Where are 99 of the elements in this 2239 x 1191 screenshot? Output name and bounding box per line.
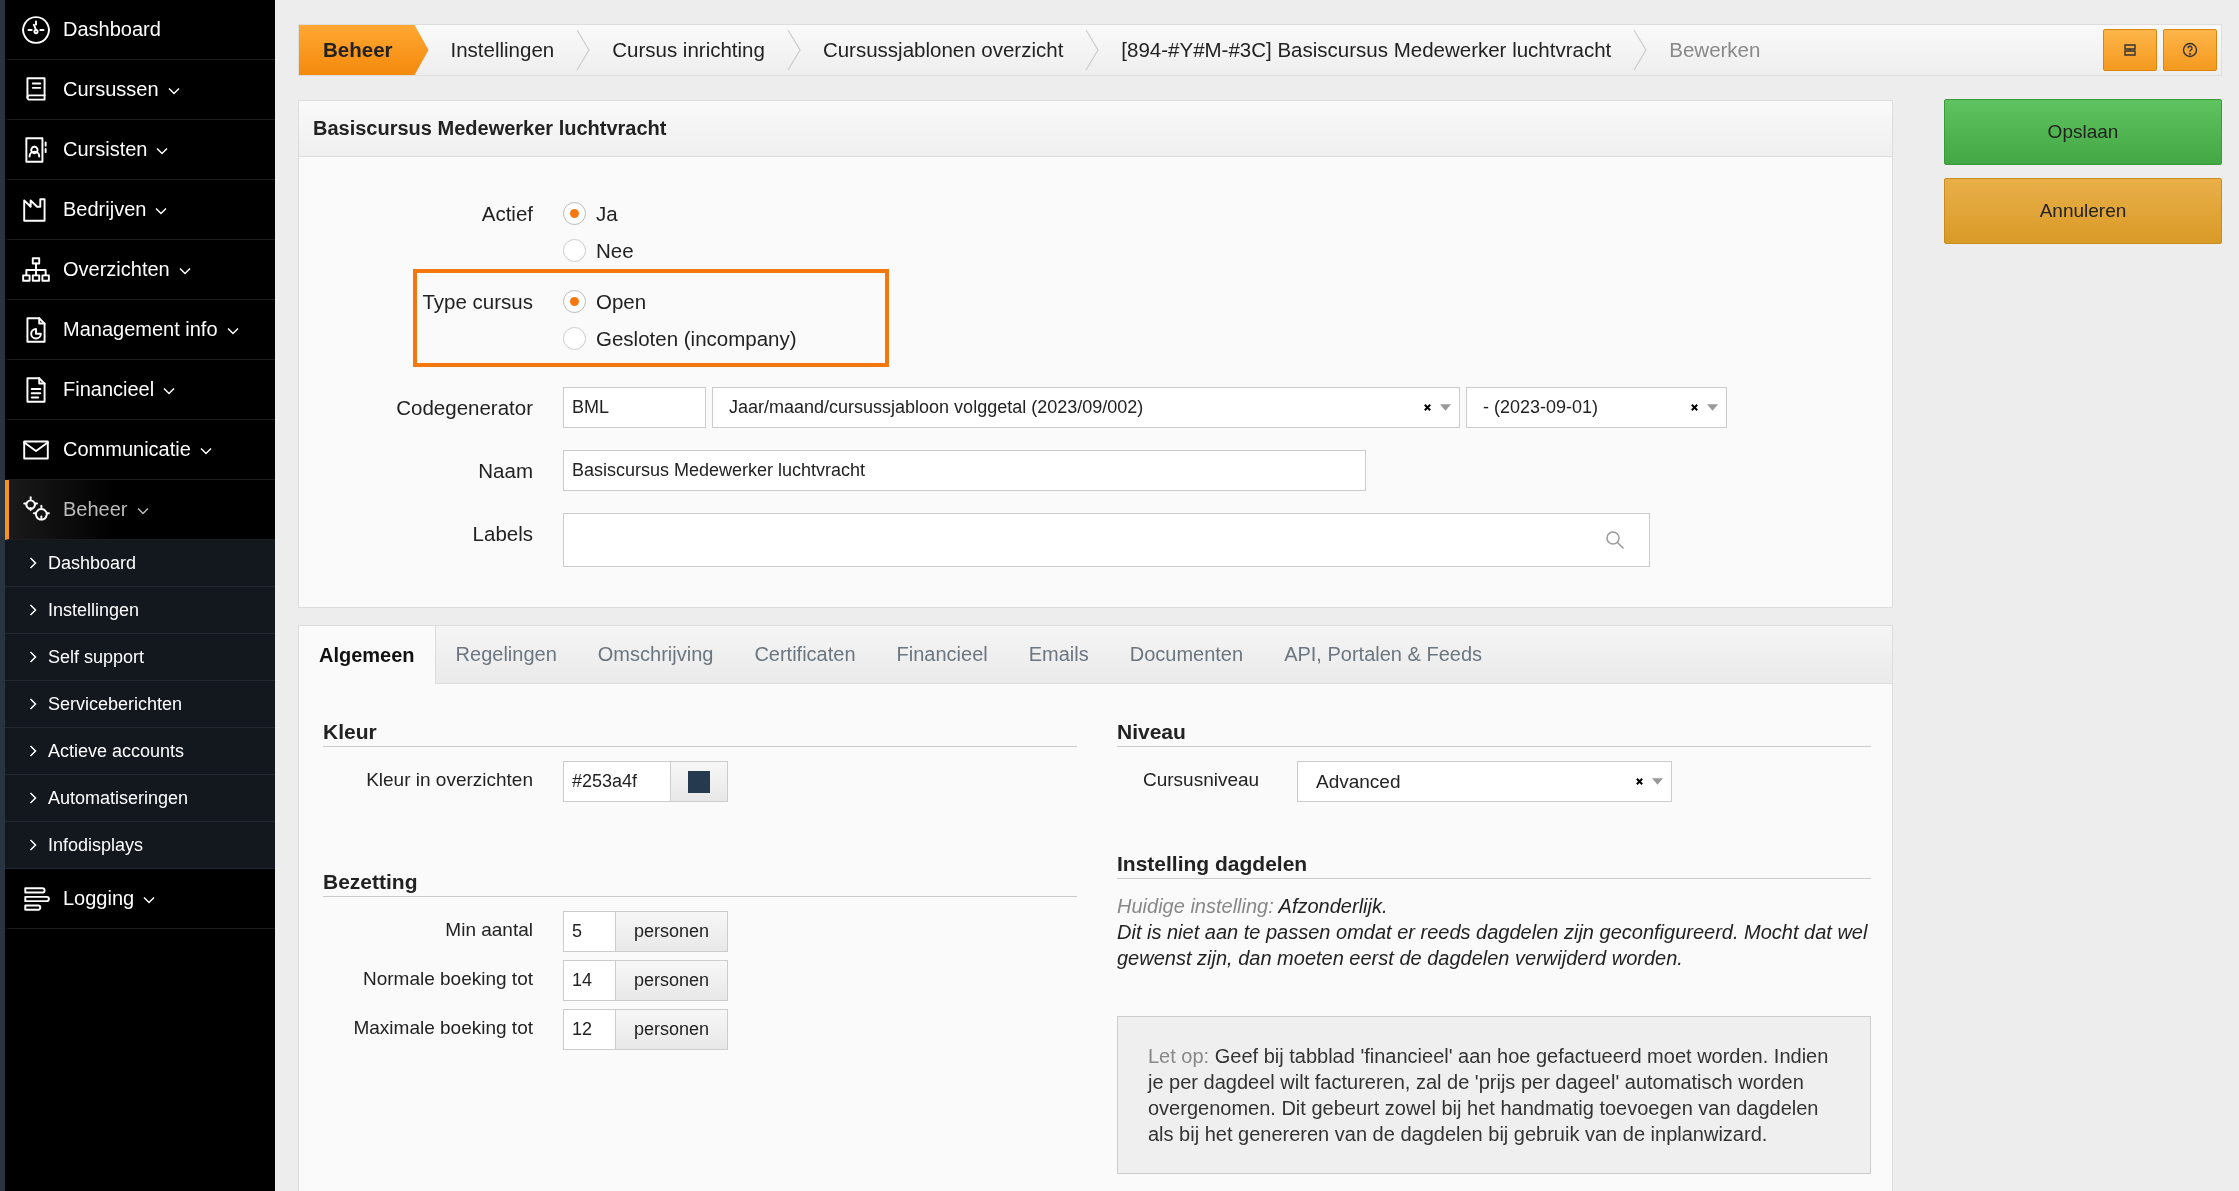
chevron-right-icon	[29, 604, 37, 616]
number-field[interactable]: 12	[563, 1009, 616, 1050]
chevron-down-icon	[143, 896, 156, 904]
field-label: Cursusniveau	[1142, 768, 1261, 791]
submenu-item[interactable]: Automatiseringen	[5, 775, 275, 822]
field-label: Normale boeking tot	[361, 967, 534, 990]
help-button[interactable]	[2163, 29, 2217, 71]
nav-item[interactable]: Overzichten	[5, 240, 275, 300]
caret-icon	[1707, 404, 1718, 411]
clear-icon[interactable]	[1423, 403, 1432, 412]
breadcrumb-link[interactable]: Cursus inrichting	[590, 38, 787, 62]
field-label: Codegenerator	[395, 395, 534, 420]
field-label: Min aantal	[444, 918, 534, 941]
nav-item[interactable]: Cursussen	[5, 60, 275, 120]
nav-item[interactable]: Cursisten	[5, 120, 275, 180]
hierarchy-icon	[21, 254, 51, 285]
number-field[interactable]: 5	[563, 911, 616, 952]
nav-item[interactable]: Dashboard	[5, 0, 275, 60]
tab[interactable]: Financieel	[876, 626, 1009, 683]
notice-text: Let op: Geef bij tabblad 'financieel' aan hoe gefactueerd moet worden. Indien je per dagdeel wilt factureren, zal de 'prijs per dageel' automatisch worden overgenomen. Dit gebeurt zowel bij het handmatig toevoegen van dagdelen als bij het genereren van de dagdelen bij gebruik van de inplanwizard.	[1148, 1044, 1830, 1147]
field-label: Type cursus	[421, 289, 534, 314]
labels-field[interactable]	[563, 513, 1650, 567]
breadcrumb-link[interactable]: Cursussjablonen overzicht	[800, 38, 1086, 62]
chevron-right-icon	[29, 557, 37, 569]
radio-button[interactable]	[563, 239, 586, 262]
chevron-down-icon	[163, 387, 176, 395]
color-swatch	[688, 770, 710, 793]
radio-label[interactable]: Nee	[596, 238, 634, 263]
nav-item[interactable]: Beheer	[5, 480, 275, 540]
clear-icon[interactable]	[1690, 403, 1699, 412]
radio-label[interactable]: Ja	[596, 201, 618, 226]
breadcrumb-link[interactable]: Instellingen	[428, 38, 577, 62]
search-icon	[1605, 530, 1625, 550]
chevron-down-icon	[226, 327, 239, 335]
layout-button[interactable]	[2103, 29, 2157, 71]
prefix-field[interactable]: BML	[563, 387, 706, 428]
breadcrumb-link[interactable]: Beheer	[299, 25, 429, 75]
tab[interactable]: Emails	[1008, 626, 1110, 683]
submenu-item[interactable]: Infodisplays	[5, 822, 275, 869]
section-heading: Kleur	[323, 720, 1077, 747]
tab[interactable]: Algemeen	[299, 626, 436, 684]
level-select[interactable]: Advanced	[1297, 761, 1672, 802]
unit-label: personen	[616, 911, 728, 952]
nav-item[interactable]: Management info	[5, 300, 275, 360]
submenu-item[interactable]: Actieve accounts	[5, 728, 275, 775]
field-label: Kleur in overzichten	[365, 768, 534, 791]
color-picker-button[interactable]	[671, 761, 728, 802]
tab[interactable]: Certificaten	[734, 626, 877, 683]
chevron-right-icon	[29, 839, 37, 851]
field-label: Actief	[480, 201, 534, 226]
chevron-down-icon	[155, 207, 168, 215]
field-label: Labels	[471, 521, 534, 546]
radio-button[interactable]	[563, 290, 586, 313]
radio-button[interactable]	[563, 202, 586, 225]
help-icon	[2182, 42, 2198, 58]
name-field[interactable]: Basiscursus Medewerker luchtvracht	[563, 450, 1366, 491]
section-heading: Niveau	[1117, 720, 1871, 747]
unit-label: personen	[616, 960, 728, 1001]
chevron-down-icon	[156, 147, 169, 155]
date-select[interactable]: - (2023-09-01)	[1466, 387, 1727, 428]
chevron-down-icon	[199, 447, 212, 455]
tab[interactable]: Documenten	[1109, 626, 1265, 683]
action-button[interactable]: Annuleren	[1944, 178, 2222, 244]
chevron-right-icon	[29, 651, 37, 663]
section-heading: Instelling dagdelen	[1117, 852, 1871, 879]
tab[interactable]: Omschrijving	[577, 626, 735, 683]
info-text: Huidige instelling: Afzonderlijk. Dit is niet aan te passen omdat er reeds dagdelen zijn geconfigureerd. Mocht dat wel gewenst zijn, dan moeten eerst de dagdelen verwijderd worden.	[1117, 894, 1869, 971]
field-label: Maximale boeking tot	[352, 1016, 534, 1039]
field-label: Naam	[477, 458, 534, 483]
section-heading: Bezetting	[323, 870, 1077, 897]
caret-icon	[1440, 404, 1451, 411]
submenu-item[interactable]: Instellingen	[5, 587, 275, 634]
clear-icon[interactable]	[1635, 777, 1644, 786]
number-field[interactable]: 14	[563, 960, 616, 1001]
stack-icon	[2122, 42, 2138, 58]
chevron-down-icon	[167, 87, 180, 95]
chevron-right-icon	[29, 792, 37, 804]
tab[interactable]: Regelingen	[435, 626, 578, 683]
submenu-item[interactable]: Serviceberichten	[5, 681, 275, 728]
unit-label: personen	[616, 1009, 728, 1050]
submenu-item[interactable]: Dashboard	[5, 540, 275, 587]
radio-button[interactable]	[563, 327, 586, 350]
radio-label[interactable]: Gesloten (incompany)	[596, 326, 797, 351]
nav-item[interactable]: Financieel	[5, 360, 275, 420]
caret-icon	[1652, 778, 1663, 785]
chevron-down-icon	[178, 267, 191, 275]
action-button[interactable]: Opslaan	[1944, 99, 2222, 165]
format-select[interactable]: Jaar/maand/cursussjabloon volggetal (2023/09/002)	[712, 387, 1460, 428]
gauge-icon	[21, 14, 51, 45]
color-field[interactable]: #253a4f	[563, 761, 671, 802]
nav-item[interactable]: Logging	[5, 869, 275, 929]
chevron-right-icon	[29, 745, 37, 757]
radio-label[interactable]: Open	[596, 289, 647, 314]
submenu-item[interactable]: Self support	[5, 634, 275, 681]
breadcrumb-link[interactable]: [894-#Y#M-#3C] Basiscursus Medewerker luchtvracht	[1099, 38, 1634, 62]
chevron-down-icon	[136, 507, 149, 515]
nav-item[interactable]: Bedrijven	[5, 180, 275, 240]
chevron-right-icon	[29, 698, 37, 710]
tab[interactable]: API, Portalen & Feeds	[1264, 626, 1503, 683]
